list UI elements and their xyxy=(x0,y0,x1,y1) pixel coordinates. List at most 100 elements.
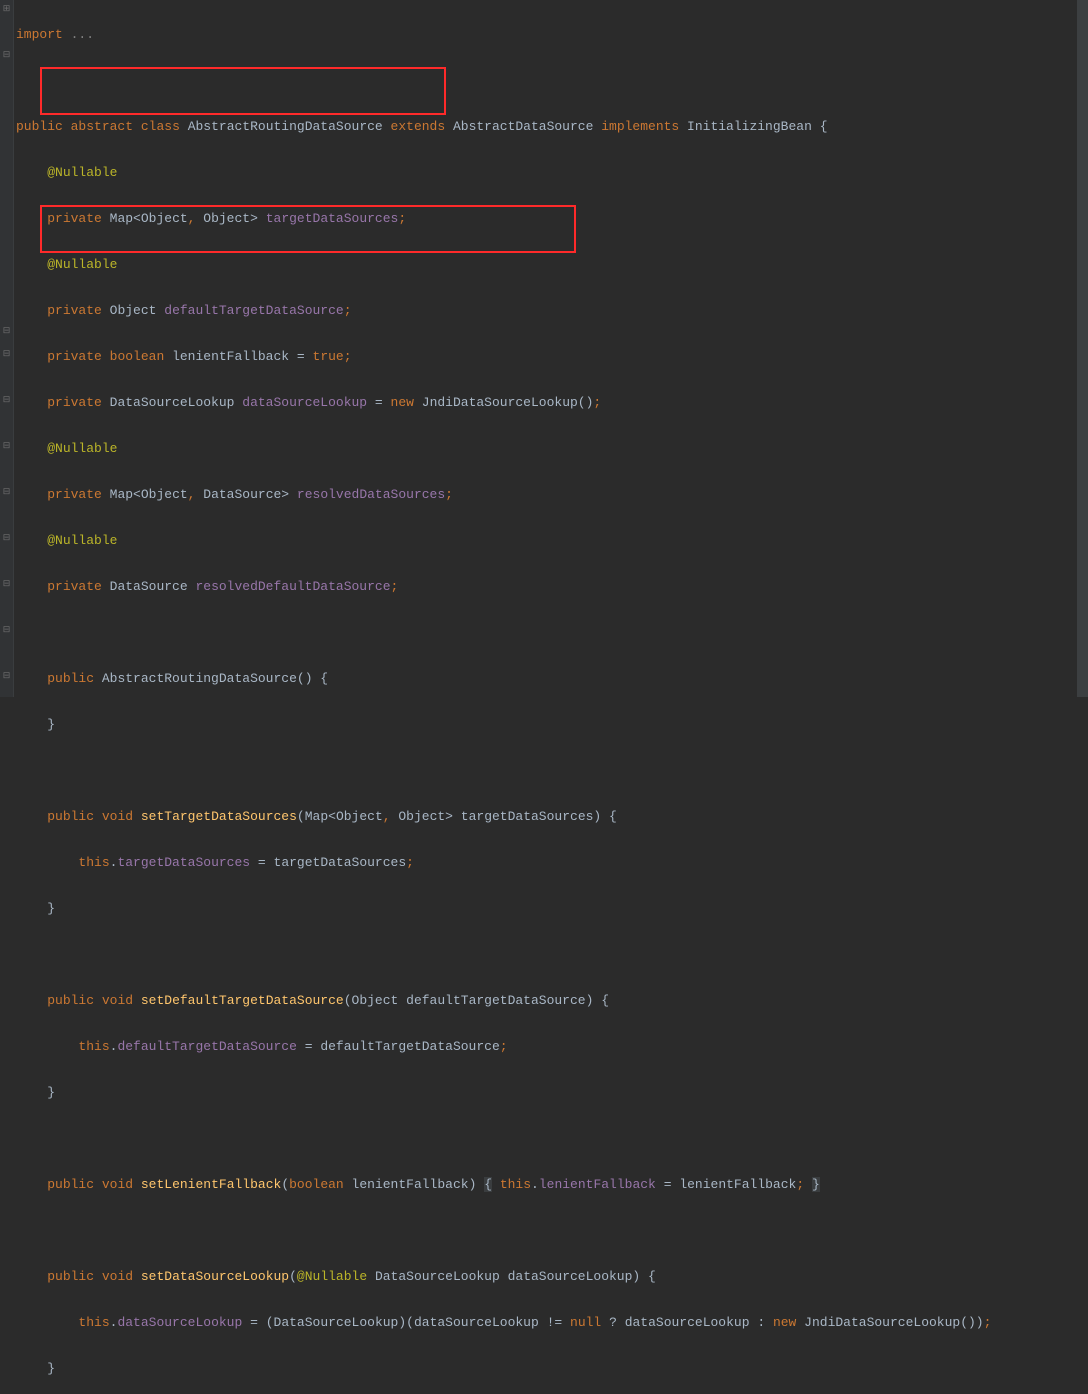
method: setDefaultTargetDataSource xyxy=(141,993,344,1008)
var: dataSourceLookup xyxy=(625,1315,750,1330)
kw: this xyxy=(78,855,109,870)
annotation: @Nullable xyxy=(47,257,117,272)
kw: null xyxy=(570,1315,601,1330)
brace: { xyxy=(609,809,617,824)
brace: { xyxy=(601,993,609,1008)
var: dataSourceLookup xyxy=(414,1315,539,1330)
kw: private xyxy=(47,487,102,502)
fold-icon[interactable]: ⊟ xyxy=(2,442,11,451)
brace: } xyxy=(47,1085,55,1100)
kw: abstract xyxy=(71,119,133,134)
type: Object xyxy=(110,303,157,318)
type: Object xyxy=(141,211,188,226)
kw: extends xyxy=(391,119,446,134)
type: Object xyxy=(203,211,250,226)
type: DataSource xyxy=(110,579,188,594)
annotation: @Nullable xyxy=(47,533,117,548)
annotation: @Nullable xyxy=(297,1269,367,1284)
kw: boolean xyxy=(289,1177,344,1192)
type: Object xyxy=(352,993,399,1008)
type: AbstractDataSource xyxy=(453,119,593,134)
type: DataSource xyxy=(203,487,281,502)
fold-icon[interactable]: ⊞ xyxy=(2,5,11,14)
type: Object xyxy=(141,487,188,502)
kw: boolean xyxy=(110,349,165,364)
kw: public xyxy=(16,119,63,134)
kw: public xyxy=(47,1269,94,1284)
type: DataSourceLookup xyxy=(110,395,235,410)
method: setTargetDataSources xyxy=(141,809,297,824)
annotation: @Nullable xyxy=(47,165,117,180)
method: setLenientFallback xyxy=(141,1177,281,1192)
annotation: @Nullable xyxy=(47,441,117,456)
var: defaultTargetDataSource xyxy=(320,1039,499,1054)
type: DataSourceLookup xyxy=(274,1315,399,1330)
type: Map xyxy=(110,211,133,226)
fold-icon[interactable]: ⊟ xyxy=(2,626,11,635)
op: = xyxy=(297,349,305,364)
brace: } xyxy=(47,1361,55,1376)
field: dataSourceLookup xyxy=(242,395,367,410)
kw: void xyxy=(102,993,133,1008)
kw: this xyxy=(78,1315,109,1330)
kw: private xyxy=(47,211,102,226)
editor-marker-stripe[interactable] xyxy=(1076,0,1088,697)
brace: } xyxy=(47,717,55,732)
editor-gutter: ⊞ ⊟ ⊟ ⊟ ⊟ ⊟ ⊟ ⊟ ⊟ ⊟ ⊟ xyxy=(0,0,14,697)
op: = xyxy=(375,395,383,410)
fold-icon[interactable]: ⊟ xyxy=(2,396,11,405)
field: defaultTargetDataSource xyxy=(164,303,343,318)
code-editor[interactable]: import ... public abstract class Abstrac… xyxy=(16,0,1060,1394)
fold-icon[interactable]: ⊟ xyxy=(2,580,11,589)
kw: new xyxy=(391,395,414,410)
field: resolvedDataSources xyxy=(297,487,445,502)
field: dataSourceLookup xyxy=(117,1315,242,1330)
var: targetDataSources xyxy=(274,855,407,870)
fold-icon[interactable]: ⊟ xyxy=(2,350,11,359)
folded-ellipsis[interactable]: ... xyxy=(71,27,94,42)
kw: this xyxy=(500,1177,531,1192)
field: targetDataSources xyxy=(266,211,399,226)
kw: public xyxy=(47,993,94,1008)
type: InitializingBean xyxy=(687,119,812,134)
type: Object xyxy=(336,809,383,824)
field: lenientFallback xyxy=(172,349,289,364)
kw: class xyxy=(141,119,180,134)
fold-icon[interactable]: ⊟ xyxy=(2,534,11,543)
type: DataSourceLookup xyxy=(375,1269,500,1284)
brace: { xyxy=(820,119,828,134)
method: setDataSourceLookup xyxy=(141,1269,289,1284)
fold-icon[interactable]: ⊟ xyxy=(2,51,11,60)
kw: public xyxy=(47,1177,94,1192)
brace: { xyxy=(648,1269,656,1284)
type: Map xyxy=(305,809,328,824)
param: targetDataSources xyxy=(461,809,594,824)
brace: } xyxy=(47,901,55,916)
fold-icon[interactable]: ⊟ xyxy=(2,672,11,681)
fold-icon[interactable]: ⊟ xyxy=(2,327,11,336)
class-name: AbstractRoutingDataSource xyxy=(188,119,383,134)
param: dataSourceLookup xyxy=(508,1269,633,1284)
field: targetDataSources xyxy=(117,855,250,870)
kw: private xyxy=(47,395,102,410)
kw: true xyxy=(313,349,344,364)
keyword-import: import xyxy=(16,27,63,42)
type: JndiDataSourceLookup xyxy=(422,395,578,410)
param: defaultTargetDataSource xyxy=(406,993,585,1008)
type: JndiDataSourceLookup xyxy=(804,1315,960,1330)
kw: new xyxy=(773,1315,796,1330)
kw: private xyxy=(47,303,102,318)
fold-icon[interactable]: ⊟ xyxy=(2,488,11,497)
kw: public xyxy=(47,671,94,686)
kw: private xyxy=(47,349,102,364)
type: Object xyxy=(398,809,445,824)
kw: private xyxy=(47,579,102,594)
kw: public xyxy=(47,809,94,824)
kw: implements xyxy=(601,119,679,134)
kw: void xyxy=(102,1269,133,1284)
ctor: AbstractRoutingDataSource xyxy=(102,671,297,686)
kw: void xyxy=(102,1177,133,1192)
var: lenientFallback xyxy=(679,1177,796,1192)
field: lenientFallback xyxy=(539,1177,656,1192)
field: defaultTargetDataSource xyxy=(117,1039,296,1054)
